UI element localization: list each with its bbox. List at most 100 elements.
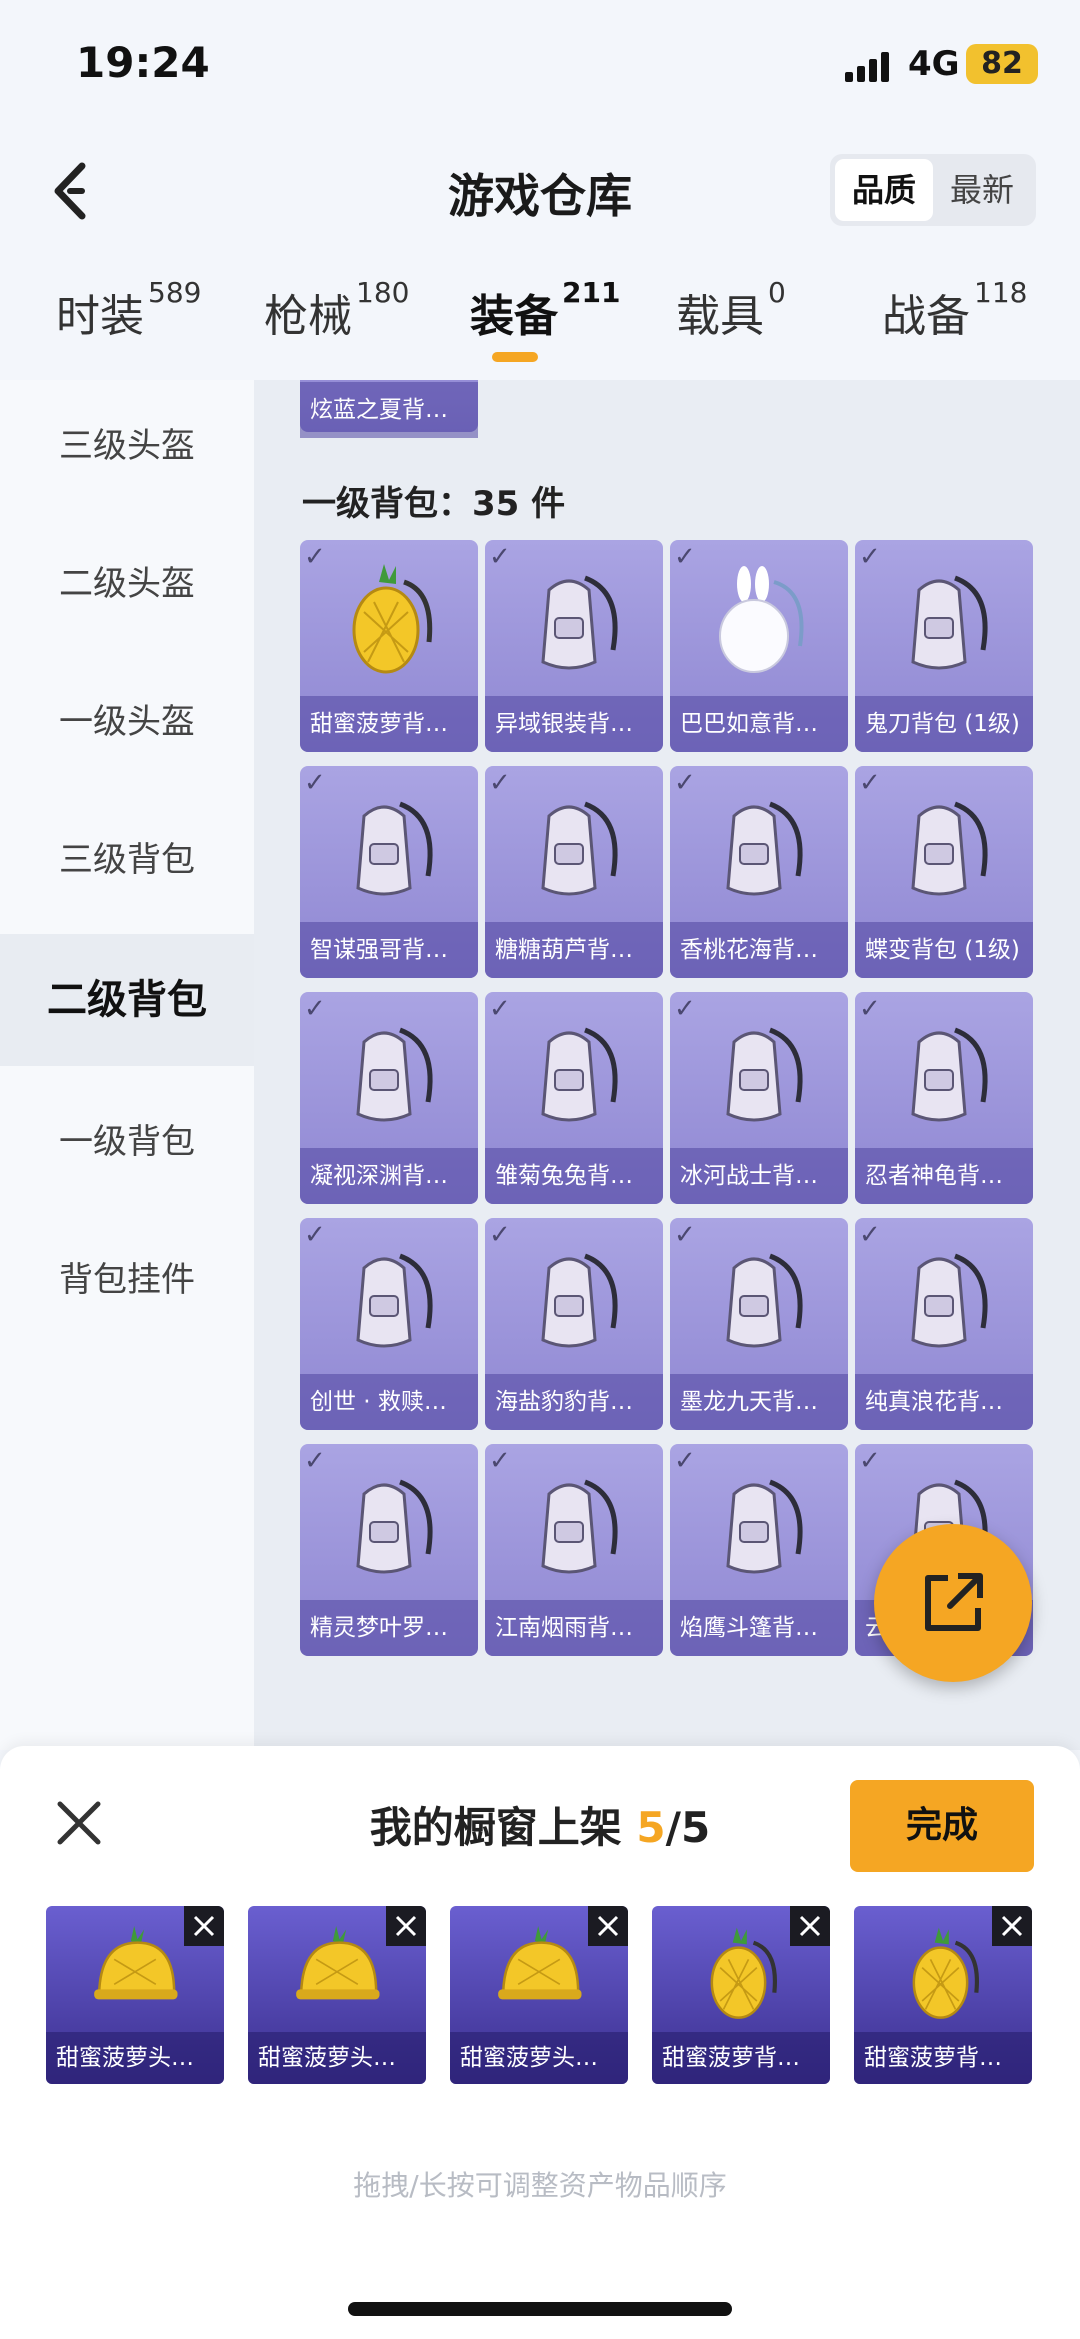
item-name: 焰鹰斗篷背…: [670, 1600, 848, 1656]
item-card[interactable]: ✓ 焰鹰斗篷背…: [670, 1444, 848, 1656]
item-card[interactable]: ✓ 甜蜜菠萝背…: [300, 540, 478, 752]
tab-label: 时装: [56, 291, 144, 342]
check-icon: ✓: [489, 1220, 511, 1250]
remove-icon[interactable]: [588, 1906, 628, 1946]
tab-label: 载具: [676, 291, 764, 342]
sidebar-item-helmet-1[interactable]: 一级头盔: [0, 656, 254, 788]
item-card[interactable]: ✓ 香桃花海背…: [670, 766, 848, 978]
sidebar-item-helmet-2[interactable]: 二级头盔: [0, 518, 254, 650]
backpack-icon: [889, 788, 999, 908]
pineapple-helmet-icon: [484, 1926, 594, 2026]
item-name: 墨龙九天背…: [670, 1374, 848, 1430]
tab-weapons[interactable]: 枪械 180: [264, 276, 409, 344]
tab-count: 118: [974, 276, 1028, 309]
bunny-backpack-icon: [704, 562, 814, 682]
check-icon: ✓: [859, 542, 881, 572]
sidebar-item-backpack-2[interactable]: 二级背包: [0, 934, 254, 1066]
item-card[interactable]: ✓ 墨龙九天背…: [670, 1218, 848, 1430]
item-card[interactable]: ✓ 鬼刀背包 (1级): [855, 540, 1033, 752]
showcase-count: 5: [636, 1803, 666, 1852]
battery-icon: 82: [966, 44, 1038, 84]
item-card[interactable]: ✓ 雏菊兔兔背…: [485, 992, 663, 1204]
pineapple-backpack-icon: [686, 1926, 796, 2026]
item-card[interactable]: ✓ 巴巴如意背…: [670, 540, 848, 752]
item-card[interactable]: ✓ 凝视深渊背…: [300, 992, 478, 1204]
network-type: 4G: [908, 44, 960, 84]
tab-fashion[interactable]: 时装 589: [56, 276, 201, 344]
item-name: 巴巴如意背…: [670, 696, 848, 752]
item-name: 创世 · 救赎…: [300, 1374, 478, 1430]
item-name: 智谋强哥背…: [300, 922, 478, 978]
backpack-icon: [334, 788, 444, 908]
item-name: 纯真浪花背…: [855, 1374, 1033, 1430]
check-icon: ✓: [859, 768, 881, 798]
item-card[interactable]: ✓ 冰河战士背…: [670, 992, 848, 1204]
tab-count: 0: [768, 276, 786, 309]
backpack-icon: [519, 1014, 629, 1134]
backpack-icon: [519, 562, 629, 682]
item-card[interactable]: ✓ 异域银装背…: [485, 540, 663, 752]
backpack-icon: [704, 1466, 814, 1586]
showcase-item-name: 甜蜜菠萝背…: [652, 2032, 830, 2084]
reorder-hint: 拖拽/长按可调整资产物品顺序: [353, 2169, 727, 2202]
item-card[interactable]: ✓ 江南烟雨背…: [485, 1444, 663, 1656]
sidebar-item-backpack-1[interactable]: 一级背包: [0, 1076, 254, 1208]
backpack-icon: [334, 1240, 444, 1360]
item-card[interactable]: ✓ 智谋强哥背…: [300, 766, 478, 978]
sidebar-item-helmet-3[interactable]: 三级头盔: [0, 380, 254, 512]
showcase-item[interactable]: 甜蜜菠萝背…: [854, 1906, 1032, 2084]
backpack-icon: [334, 1014, 444, 1134]
showcase-item-name: 甜蜜菠萝头…: [248, 2032, 426, 2084]
check-icon: ✓: [674, 994, 696, 1024]
showcase-total: /5: [665, 1803, 711, 1852]
sidebar-item-backpack-3[interactable]: 三级背包: [0, 794, 254, 926]
showcase-item[interactable]: 甜蜜菠萝背…: [652, 1906, 830, 2084]
backpack-icon: [889, 562, 999, 682]
home-indicator[interactable]: [348, 2302, 732, 2316]
showcase-item[interactable]: 甜蜜菠萝头…: [450, 1906, 628, 2084]
item-card[interactable]: ✓ 糖糖葫芦背…: [485, 766, 663, 978]
tab-count: 180: [356, 276, 410, 309]
item-name: 炫蓝之夏背…: [300, 382, 478, 438]
item-card[interactable]: ✓ 蝶变背包 (1级): [855, 766, 1033, 978]
done-button[interactable]: 完成: [850, 1780, 1034, 1872]
remove-icon[interactable]: [790, 1906, 830, 1946]
sort-quality-button[interactable]: 品质: [835, 159, 933, 221]
check-icon: ✓: [489, 1446, 511, 1476]
remove-icon[interactable]: [386, 1906, 426, 1946]
pineapple-helmet-icon: [80, 1926, 190, 2026]
remove-icon[interactable]: [184, 1906, 224, 1946]
sidebar-item-backpack-charm[interactable]: 背包挂件: [0, 1214, 254, 1346]
tab-supplies[interactable]: 战备 118: [882, 276, 1027, 344]
backpack-icon: [889, 1240, 999, 1360]
item-card[interactable]: ✓ 精灵梦叶罗…: [300, 1444, 478, 1656]
tab-label: 装备: [470, 291, 558, 342]
check-icon: ✓: [304, 1220, 326, 1250]
item-card[interactable]: ✓ 纯真浪花背…: [855, 1218, 1033, 1430]
item-card[interactable]: ✓ 忍者神龟背…: [855, 992, 1033, 1204]
check-icon: ✓: [489, 994, 511, 1024]
check-icon: ✓: [859, 994, 881, 1024]
backpack-icon: [704, 1240, 814, 1360]
check-icon: ✓: [674, 1446, 696, 1476]
sidebar: 三级头盔 二级头盔 一级头盔 三级背包 二级背包 一级背包 背包挂件: [0, 380, 254, 1750]
check-icon: ✓: [489, 542, 511, 572]
showcase-item[interactable]: 甜蜜菠萝头…: [46, 1906, 224, 2084]
remove-icon[interactable]: [992, 1906, 1032, 1946]
item-card[interactable]: ✓ 创世 · 救赎…: [300, 1218, 478, 1430]
category-tabs: 时装 589 枪械 180 装备 211 载具 0 战备 118: [0, 276, 1080, 380]
backpack-icon: [519, 1240, 629, 1360]
showcase-row: 甜蜜菠萝头… 甜蜜菠萝头… 甜蜜菠萝头… 甜蜜菠萝背… 甜蜜菠萝背…: [46, 1906, 1036, 2084]
share-button[interactable]: [874, 1524, 1032, 1682]
tab-equipment[interactable]: 装备 211: [470, 276, 620, 344]
item-card[interactable]: ✓ 海盐豹豹背…: [485, 1218, 663, 1430]
showcase-item-name: 甜蜜菠萝头…: [450, 2032, 628, 2084]
backpack-icon: [704, 788, 814, 908]
item-name: 鬼刀背包 (1级): [855, 696, 1033, 752]
item-card[interactable]: 炫蓝之夏背…: [300, 380, 478, 438]
item-name: 凝视深渊背…: [300, 1148, 478, 1204]
sort-newest-button[interactable]: 最新: [933, 159, 1031, 221]
backpack-icon: [519, 788, 629, 908]
tab-vehicles[interactable]: 载具 0: [676, 276, 786, 344]
showcase-item[interactable]: 甜蜜菠萝头…: [248, 1906, 426, 2084]
